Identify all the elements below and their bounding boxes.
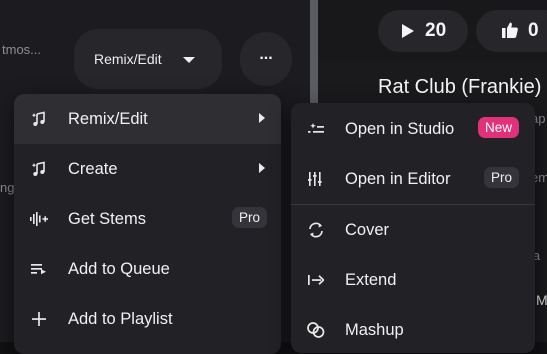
music-note-sparkle-icon	[28, 111, 50, 127]
play-count-button[interactable]: 20	[378, 10, 468, 52]
menu-item-remix-edit[interactable]: Remix/Edit	[14, 94, 281, 144]
menu-item-label: Add to Queue	[68, 259, 170, 278]
menu-item-add-to-playlist[interactable]: Add to Playlist	[14, 294, 281, 344]
context-menu: Remix/Edit Create Get Stems Pro Add to Q…	[14, 94, 281, 354]
ellipsis-icon: ...	[259, 46, 273, 63]
song-snippet-text: tmos...	[2, 42, 42, 57]
submenu-item-label: Open in Editor	[345, 169, 451, 188]
like-button[interactable]: 0	[476, 10, 547, 52]
thumbs-up-icon	[502, 22, 518, 38]
sliders-icon	[305, 172, 327, 186]
more-options-button[interactable]: ...	[240, 32, 292, 86]
new-badge: New	[477, 117, 519, 138]
studio-icon	[305, 122, 327, 136]
chevron-right-icon	[259, 163, 265, 173]
submenu-item-label: Mashup	[345, 320, 404, 339]
chevron-down-icon	[183, 57, 195, 63]
remix-edit-button[interactable]: Remix/Edit	[74, 29, 222, 89]
cover-icon	[305, 222, 327, 238]
menu-item-create[interactable]: Create	[14, 144, 281, 194]
mashup-icon	[305, 322, 327, 338]
track-title[interactable]: Rat Club (Frankie)	[378, 76, 541, 99]
submenu-item-label: Open in Studio	[345, 119, 455, 138]
like-count: 0	[528, 20, 539, 41]
submenu-item-label: Extend	[345, 270, 397, 289]
submenu-item-open-in-studio[interactable]: Open in Studio New	[291, 104, 535, 154]
menu-item-label: Remix/Edit	[68, 109, 148, 128]
play-count: 20	[425, 20, 447, 41]
queue-icon	[28, 263, 50, 275]
play-icon	[402, 24, 414, 38]
plus-icon	[28, 312, 50, 326]
submenu-item-label: Cover	[345, 220, 390, 239]
submenu-item-mashup[interactable]: Mashup	[291, 305, 535, 353]
remix-edit-button-label: Remix/Edit	[94, 51, 162, 67]
waveform-plus-icon	[28, 212, 50, 226]
menu-item-add-to-queue[interactable]: Add to Queue	[14, 244, 281, 294]
pro-badge: Pro	[231, 207, 267, 228]
detail-snippet-text: M	[536, 292, 547, 308]
extend-icon	[305, 274, 327, 286]
chevron-right-icon	[259, 113, 265, 123]
song-snippet-text: ng	[0, 180, 15, 195]
submenu-item-extend[interactable]: Extend	[291, 255, 535, 305]
submenu-item-open-in-editor[interactable]: Open in Editor Pro	[291, 154, 535, 204]
menu-item-label: Add to Playlist	[68, 309, 173, 328]
menu-item-label: Get Stems	[68, 209, 146, 228]
pro-badge: Pro	[483, 167, 519, 188]
music-note-sparkle-icon	[28, 161, 50, 177]
menu-item-label: Create	[68, 159, 118, 178]
menu-item-get-stems[interactable]: Get Stems Pro	[14, 194, 281, 244]
submenu-item-cover[interactable]: Cover	[291, 205, 535, 255]
remix-edit-submenu: Open in Studio New Open in Editor Pro Co…	[291, 103, 535, 353]
